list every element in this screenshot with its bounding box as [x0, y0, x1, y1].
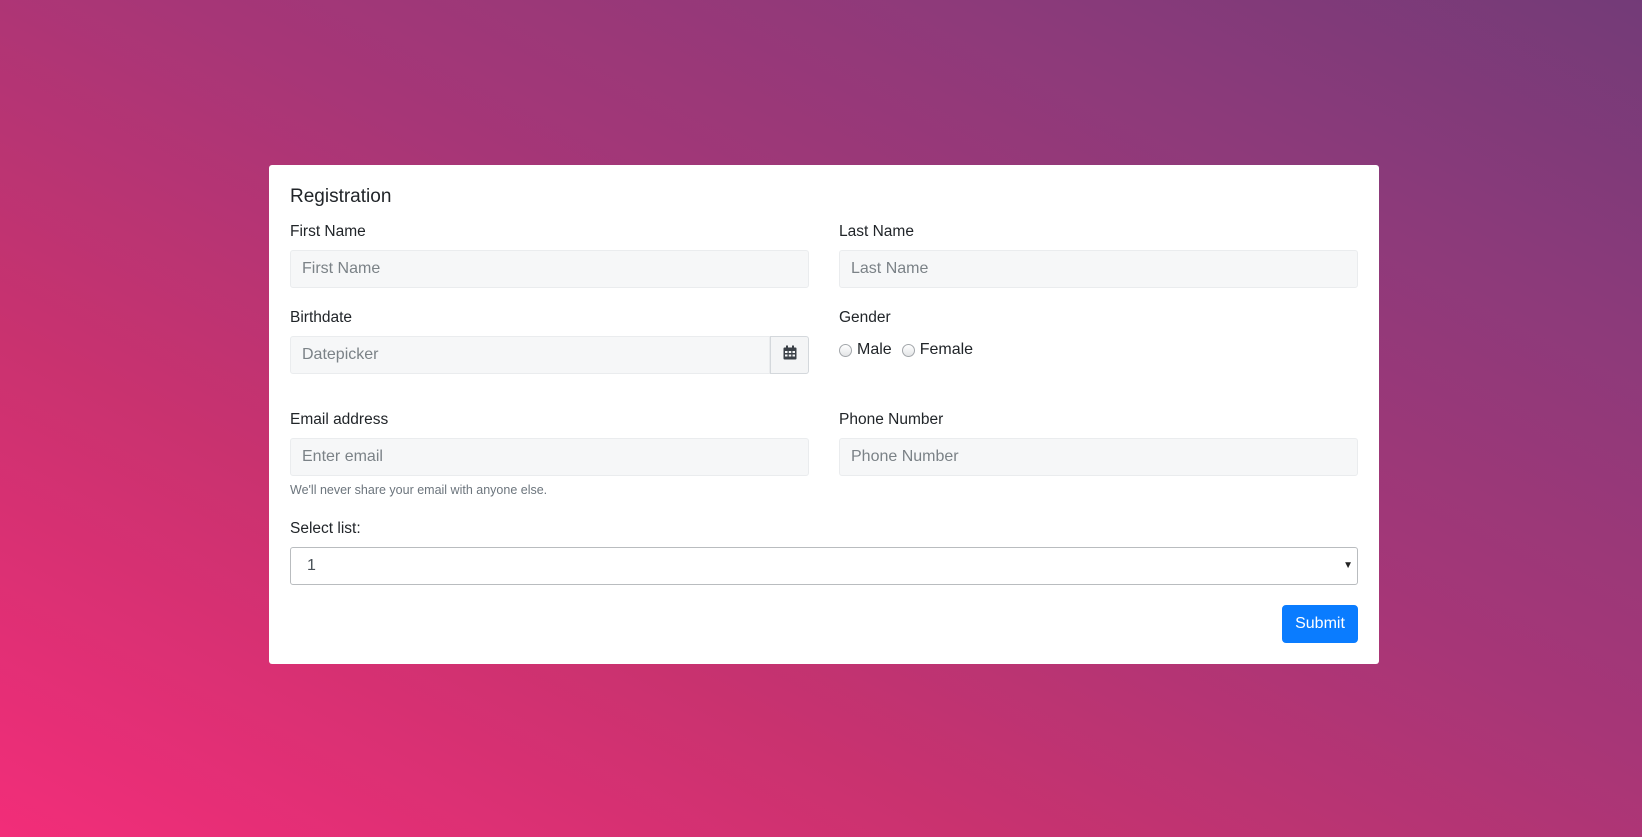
datepicker-button[interactable] [770, 336, 809, 374]
gender-label-female: Female [919, 341, 974, 358]
submit-button[interactable]: Submit [1282, 605, 1358, 643]
email-help-text: We'll never share your email with anyone… [290, 483, 548, 497]
email-input[interactable] [290, 438, 809, 476]
datepicker [290, 336, 809, 374]
gender-options: Male Female [839, 341, 983, 359]
first-name-input[interactable] [290, 250, 809, 288]
first-name-label: First Name [290, 223, 366, 240]
first-name-group: First Name [290, 223, 809, 288]
select-list[interactable]: 1 ▼ [290, 547, 1358, 585]
birthdate-group: Birthdate [290, 309, 809, 374]
phone-input[interactable] [839, 438, 1358, 476]
gender-radio-female[interactable] [901, 343, 915, 357]
select-list-group: Select list: 1 ▼ [290, 520, 1358, 585]
registration-card: Registration First Name Last Name Birthd… [269, 165, 1379, 664]
gender-label-male: Male [857, 341, 892, 358]
last-name-group: Last Name [839, 223, 1358, 288]
last-name-label: Last Name [839, 223, 914, 240]
chevron-down-icon: ▼ [1343, 560, 1353, 571]
gender-radio-male[interactable] [839, 343, 852, 357]
gender-label: Gender [839, 309, 891, 326]
email-label: Email address [290, 411, 389, 428]
birthdate-input[interactable] [290, 336, 771, 374]
last-name-input[interactable] [839, 250, 1358, 288]
select-list-label: Select list: [290, 520, 361, 537]
gender-group: Gender Male Female [839, 309, 983, 359]
email-group: Email address We'll never share your ema… [290, 411, 809, 497]
select-list-value: 1 [307, 557, 316, 574]
birthdate-label: Birthdate [290, 309, 353, 326]
phone-group: Phone Number [839, 411, 1358, 476]
form-title: Registration [290, 186, 392, 207]
calendar-icon [783, 345, 797, 365]
phone-label: Phone Number [839, 411, 944, 428]
